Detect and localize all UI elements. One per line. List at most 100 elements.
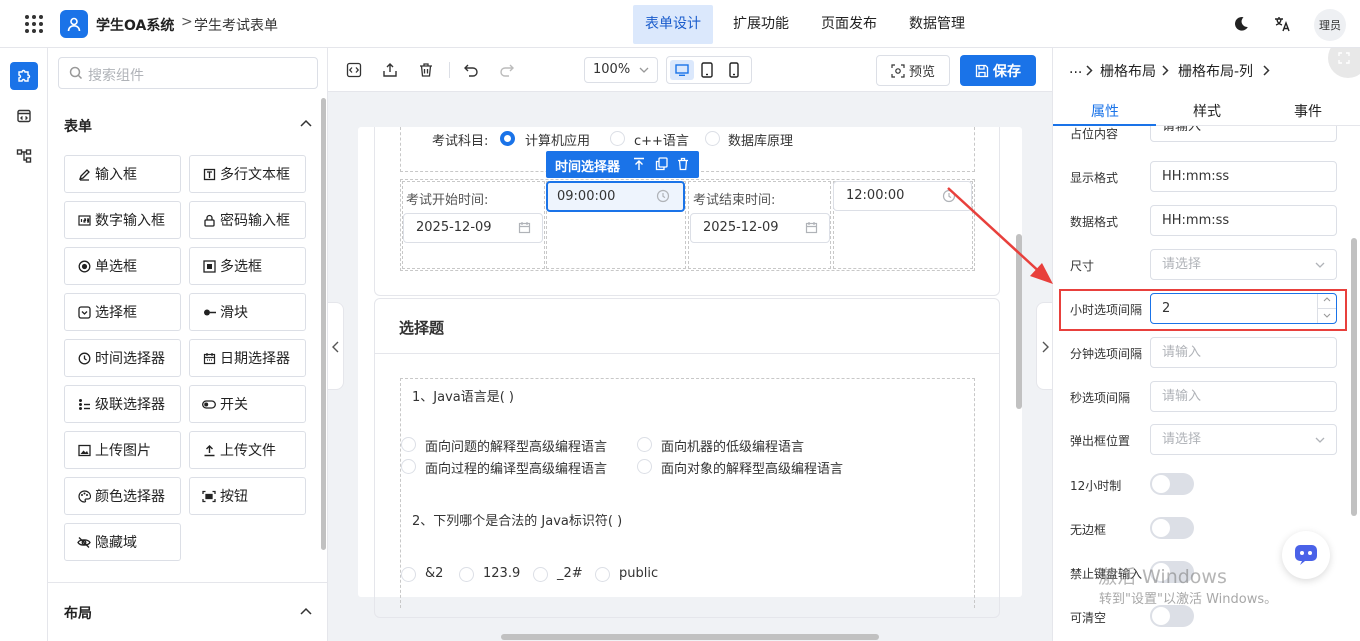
radio-option[interactable]: [610, 131, 625, 146]
end-date-input[interactable]: 2025-12-09: [690, 213, 830, 243]
component-switch[interactable]: 开关: [189, 385, 306, 423]
collapse-right-handle[interactable]: [1036, 302, 1052, 390]
mobile-icon[interactable]: [729, 62, 739, 78]
component-date-picker[interactable]: 日期选择器: [189, 339, 306, 377]
zoom-select[interactable]: 100%: [584, 57, 658, 83]
code-window-icon[interactable]: [10, 102, 38, 130]
props-breadcrumb-item[interactable]: 栅格布局: [1100, 61, 1156, 81]
component-upload-image[interactable]: 上传图片: [64, 431, 181, 469]
scrollbar[interactable]: [1351, 238, 1357, 516]
clearable-switch[interactable]: [1150, 605, 1194, 627]
preview-button[interactable]: 预览: [876, 55, 950, 86]
number-stepper[interactable]: [1317, 294, 1336, 323]
collapse-left-handle[interactable]: [328, 302, 344, 390]
chatbot-button[interactable]: [1282, 531, 1330, 579]
placeholder-input[interactable]: 请输入: [1150, 126, 1337, 142]
scrollbar[interactable]: [321, 98, 326, 550]
start-time-input[interactable]: 09:00:00: [546, 181, 685, 212]
radio-option[interactable]: [637, 437, 652, 452]
component-textarea[interactable]: 多行文本框: [189, 155, 306, 193]
tab-form-design[interactable]: 表单设计: [633, 5, 713, 44]
question-option: 面向机器的低级编程语言: [661, 440, 805, 455]
start-date-input[interactable]: 2025-12-09: [403, 213, 543, 243]
display-format-input[interactable]: HH:mm:ss: [1150, 161, 1337, 192]
tablet-icon[interactable]: [701, 62, 713, 78]
horizontal-scrollbar[interactable]: [501, 634, 879, 640]
chevron-right-icon: [1162, 65, 1169, 76]
question-option: &2: [425, 566, 444, 581]
radio-option[interactable]: [595, 567, 610, 582]
radio-option[interactable]: [705, 131, 720, 146]
fullscreen-corner[interactable]: [1328, 48, 1360, 78]
tab-page-publish[interactable]: 页面发布: [809, 5, 889, 44]
radio-option[interactable]: [401, 437, 416, 452]
delete-icon[interactable]: [418, 62, 434, 78]
puzzle-icon[interactable]: [10, 62, 38, 90]
save-button[interactable]: 保存: [960, 55, 1036, 86]
minute-step-input[interactable]: 请输入: [1150, 337, 1337, 368]
apps-grid-icon[interactable]: [24, 14, 44, 34]
radio-option[interactable]: [637, 459, 652, 474]
increment-icon[interactable]: [1323, 297, 1331, 302]
component-upload-file[interactable]: 上传文件: [189, 431, 306, 469]
component-time-picker[interactable]: 时间选择器: [64, 339, 181, 377]
export-icon[interactable]: [382, 62, 398, 78]
component-hidden-field[interactable]: 隐藏域: [64, 523, 181, 561]
radio-option[interactable]: [401, 459, 416, 474]
editor-toolbar: 100% 预览 保存: [328, 48, 1052, 92]
chevron-right-icon: [1263, 65, 1270, 76]
prop-label-clearable: 可清空: [1070, 611, 1107, 625]
windows-watermark-subtitle: 转到"设置"以激活 Windows。: [1099, 592, 1278, 607]
component-label: 滑块: [220, 305, 248, 321]
component-color-picker[interactable]: 颜色选择器: [64, 477, 181, 515]
tab-data-management[interactable]: 数据管理: [897, 5, 977, 44]
decrement-icon[interactable]: [1323, 313, 1331, 318]
search-input[interactable]: 搜索组件: [58, 57, 318, 89]
size-select[interactable]: 请选择: [1150, 249, 1337, 280]
props-breadcrumb-item[interactable]: 栅格布局-列: [1178, 61, 1253, 81]
undo-icon[interactable]: [463, 62, 479, 78]
breadcrumb-separator: >: [181, 14, 193, 30]
breadcrumb[interactable]: 学生考试表单: [194, 15, 278, 35]
component-password-input[interactable]: 密码输入框: [189, 201, 306, 239]
component-input[interactable]: 输入框: [64, 155, 181, 193]
chevron-up-icon[interactable]: [300, 119, 312, 127]
question-option: 面向过程的编译型高级编程语言: [425, 462, 608, 477]
component-number-input[interactable]: 数字输入框: [64, 201, 181, 239]
radio-option[interactable]: [459, 567, 474, 582]
component-select[interactable]: 选择框: [64, 293, 181, 331]
second-step-input[interactable]: 请输入: [1150, 381, 1337, 412]
borderless-switch[interactable]: [1150, 517, 1194, 539]
component-label: 上传图片: [95, 443, 151, 459]
popup-position-select[interactable]: 请选择: [1150, 424, 1337, 455]
prop-label-popup-position: 弹出框位置: [1070, 434, 1131, 448]
chevron-up-icon[interactable]: [300, 607, 312, 615]
redo-icon[interactable]: [499, 62, 515, 78]
hour-step-input[interactable]: 2: [1150, 293, 1337, 324]
move-up-icon[interactable]: [633, 157, 645, 171]
data-format-input[interactable]: HH:mm:ss: [1150, 205, 1337, 236]
component-slider[interactable]: 滑块: [189, 293, 306, 331]
app-title: 学生OA系统: [96, 18, 175, 34]
dark-mode-icon[interactable]: [1233, 16, 1249, 32]
radio-option[interactable]: [533, 567, 548, 582]
props-tab-style[interactable]: 样式: [1193, 101, 1221, 121]
avatar[interactable]: 理员: [1314, 9, 1346, 41]
code-icon[interactable]: [346, 62, 362, 78]
tab-extensions[interactable]: 扩展功能: [721, 5, 801, 44]
props-tab-attributes[interactable]: 属性: [1091, 101, 1119, 121]
copy-icon[interactable]: [655, 157, 668, 171]
delete-icon[interactable]: [677, 157, 689, 171]
12-hour-switch[interactable]: [1150, 473, 1194, 495]
translate-icon[interactable]: [1273, 15, 1291, 33]
component-cascader[interactable]: 级联选择器: [64, 385, 181, 423]
radio-option[interactable]: [401, 567, 416, 582]
tree-structure-icon[interactable]: [10, 142, 38, 170]
component-checkbox[interactable]: 多选框: [189, 247, 306, 285]
component-button[interactable]: 按钮: [189, 477, 306, 515]
props-tab-events[interactable]: 事件: [1294, 101, 1322, 121]
component-radio[interactable]: 单选框: [64, 247, 181, 285]
edit-icon: [77, 167, 91, 181]
radio-selected[interactable]: [500, 131, 515, 146]
desktop-icon[interactable]: [670, 60, 694, 80]
